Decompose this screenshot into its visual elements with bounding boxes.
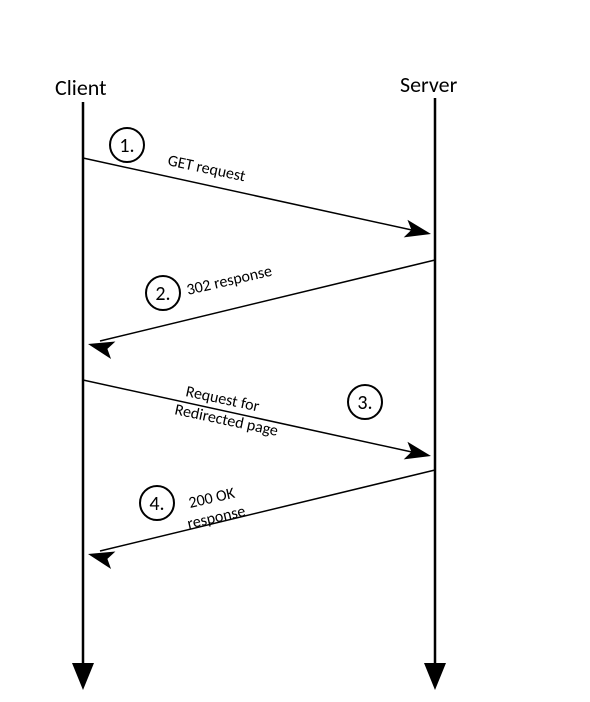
client-label: Client	[55, 74, 107, 101]
sequence-diagram: Client Server 1. GET request 2. 302 resp…	[0, 0, 590, 702]
server-label: Server	[400, 71, 458, 98]
msg-302-response: 302 response	[185, 262, 274, 300]
step-1-circle: 1.	[110, 128, 144, 162]
client-lifeline	[72, 102, 94, 690]
arrow-200-ok	[86, 470, 435, 569]
step-4-number: 4.	[149, 492, 164, 516]
msg-redirect-request: Request for Redirected page	[173, 381, 284, 441]
msg-200-ok: 200 OK response	[181, 482, 247, 533]
step-2-circle: 2.	[146, 276, 180, 310]
server-lifeline	[424, 98, 446, 690]
step-1-number: 1.	[119, 134, 134, 158]
step-4-circle: 4.	[140, 486, 174, 520]
msg-get-request: GET request	[166, 151, 248, 186]
step-3-number: 3.	[357, 391, 372, 415]
step-2-number: 2.	[155, 282, 170, 306]
arrow-get-request	[83, 158, 433, 243]
step-3-circle: 3.	[348, 385, 382, 419]
